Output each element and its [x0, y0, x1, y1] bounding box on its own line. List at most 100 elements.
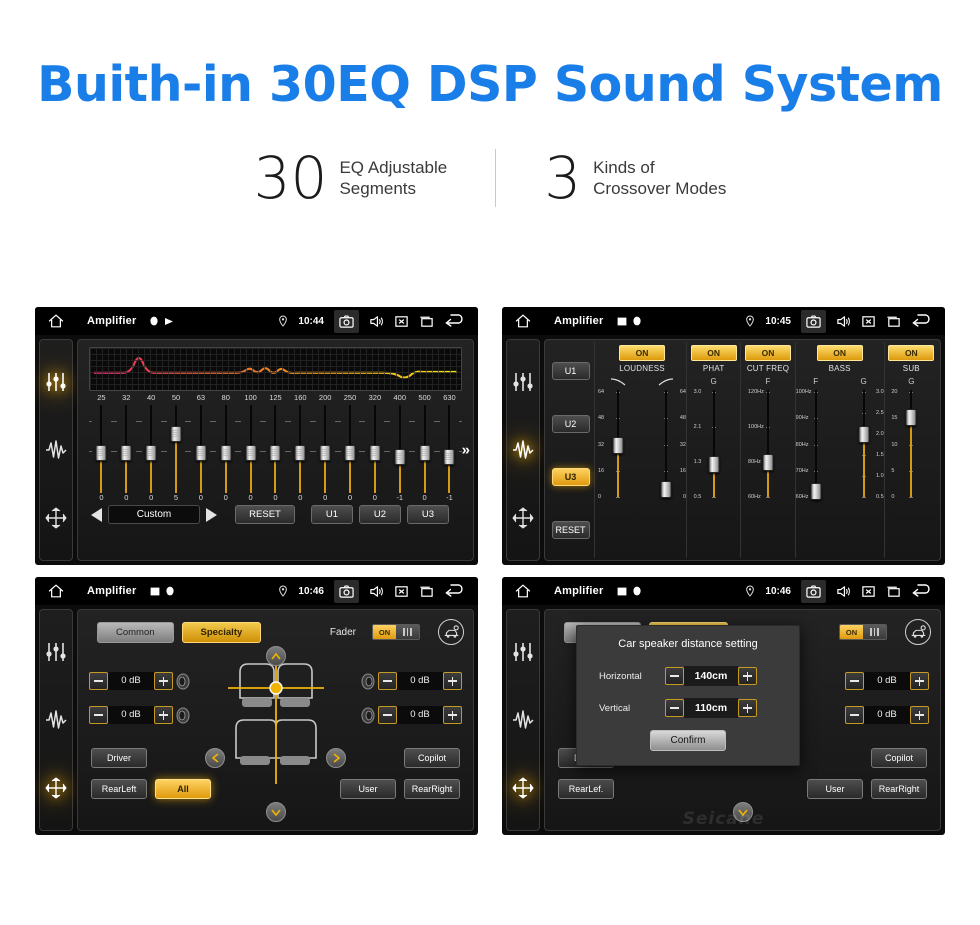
preset-u2-button[interactable]: U2	[359, 505, 401, 524]
preset-u1-button[interactable]: U1	[551, 361, 590, 380]
close-icon[interactable]	[861, 584, 876, 599]
crossover-slider[interactable]: G 3.0 2.5 2.0 1.5 1.0 0.5	[844, 377, 884, 500]
increase-button[interactable]	[910, 672, 929, 690]
seat-rear-right-button[interactable]: RearRight	[871, 779, 927, 799]
eq-slider[interactable]	[312, 405, 338, 493]
fader-position-icon[interactable]	[512, 777, 534, 799]
fader-toggle[interactable]: ON	[839, 624, 887, 640]
band-toggle[interactable]: ON	[816, 345, 863, 361]
volume-icon[interactable]	[369, 314, 384, 329]
slider-knob[interactable]	[810, 482, 822, 500]
camera-icon[interactable]	[334, 309, 359, 333]
move-left-button[interactable]	[205, 748, 225, 768]
crossover-slider[interactable]: G 20 15 10 5 0	[891, 377, 931, 500]
decrease-button[interactable]	[89, 672, 108, 690]
fader-position-icon[interactable]	[45, 507, 67, 529]
back-icon[interactable]	[444, 313, 466, 329]
home-icon[interactable]	[47, 313, 65, 329]
eq-slider[interactable]	[89, 405, 114, 493]
camera-icon[interactable]	[801, 579, 826, 603]
seat-driver-button[interactable]: Driver	[91, 748, 147, 768]
preset-u3-button[interactable]: U3	[551, 467, 590, 486]
preset-u3-button[interactable]: U3	[407, 505, 449, 524]
car-seat-diagram[interactable]	[222, 656, 330, 788]
equalizer-icon[interactable]	[512, 641, 534, 663]
close-icon[interactable]	[861, 314, 876, 329]
slider-knob[interactable]	[858, 426, 870, 443]
move-right-button[interactable]	[326, 748, 346, 768]
home-icon[interactable]	[47, 583, 65, 599]
recent-apps-icon[interactable]	[419, 584, 434, 599]
equalizer-icon[interactable]	[45, 371, 67, 393]
preset-u1-button[interactable]: U1	[311, 505, 353, 524]
slider-knob[interactable]	[220, 445, 232, 462]
eq-slider[interactable]	[263, 405, 288, 493]
eq-slider[interactable]	[138, 405, 164, 493]
increase-button[interactable]	[154, 706, 173, 724]
eq-slider[interactable]	[213, 405, 239, 493]
decrease-button[interactable]	[665, 667, 684, 685]
eq-slider[interactable]	[362, 405, 388, 493]
equalizer-icon[interactable]	[45, 641, 67, 663]
slider-knob[interactable]	[762, 454, 774, 472]
eq-slider[interactable]	[387, 405, 413, 493]
slider-knob[interactable]	[443, 449, 455, 466]
recent-apps-icon[interactable]	[419, 314, 434, 329]
fader-position-icon[interactable]	[512, 507, 534, 529]
band-toggle[interactable]: ON	[888, 345, 935, 361]
crossover-slider[interactable]: G 3.0 2.1 1.3 0.5	[694, 377, 734, 500]
car-speaker-settings-icon[interactable]	[905, 619, 931, 645]
decrease-button[interactable]	[665, 699, 684, 717]
crossover-slider[interactable]: F 100Hz 90Hz 80Hz 70Hz 60Hz	[796, 377, 836, 500]
recent-apps-icon[interactable]	[886, 314, 901, 329]
back-icon[interactable]	[911, 313, 933, 329]
waveform-icon[interactable]	[45, 709, 67, 731]
increase-button[interactable]	[443, 706, 462, 724]
slider-knob[interactable]	[369, 445, 381, 462]
fader-toggle[interactable]: ON	[372, 624, 420, 640]
slider-knob[interactable]	[419, 445, 431, 462]
seat-rear-left-button[interactable]: RearLeft	[91, 779, 147, 799]
close-icon[interactable]	[394, 584, 409, 599]
increase-button[interactable]	[738, 667, 757, 685]
seat-user-button[interactable]: User	[340, 779, 396, 799]
home-icon[interactable]	[514, 583, 532, 599]
tab-specialty[interactable]: Specialty	[181, 621, 262, 643]
band-toggle[interactable]: ON	[619, 345, 665, 361]
slider-knob[interactable]	[660, 480, 672, 498]
waveform-icon[interactable]	[512, 709, 534, 731]
eq-slider[interactable]	[163, 405, 189, 493]
seat-rear-right-button[interactable]: RearRight	[404, 779, 460, 799]
preset-prev-button[interactable]	[91, 507, 102, 522]
volume-icon[interactable]	[836, 584, 851, 599]
home-icon[interactable]	[514, 313, 532, 329]
camera-icon[interactable]	[801, 309, 826, 333]
preset-next-button[interactable]	[206, 507, 217, 522]
slider-knob[interactable]	[95, 445, 107, 462]
slider-knob[interactable]	[170, 426, 182, 443]
preset-name[interactable]: Custom	[108, 505, 200, 524]
slider-knob[interactable]	[269, 445, 281, 462]
fader-position-icon[interactable]	[45, 777, 67, 799]
camera-icon[interactable]	[334, 579, 359, 603]
waveform-icon[interactable]	[45, 439, 67, 461]
crossover-slider[interactable]: 64 48 32 16 0	[598, 377, 638, 500]
increase-button[interactable]	[738, 699, 757, 717]
car-speaker-settings-icon[interactable]	[438, 619, 464, 645]
decrease-button[interactable]	[378, 706, 397, 724]
eq-slider[interactable]	[188, 405, 214, 493]
decrease-button[interactable]	[845, 706, 864, 724]
back-icon[interactable]	[911, 583, 933, 599]
reset-button[interactable]: RESET	[551, 520, 590, 539]
slider-knob[interactable]	[120, 445, 132, 462]
seat-copilot-button[interactable]: Copilot	[404, 748, 460, 768]
close-icon[interactable]	[394, 314, 409, 329]
eq-slider[interactable]	[113, 405, 139, 493]
seat-copilot-button[interactable]: Copilot	[871, 748, 927, 768]
eq-slider[interactable]	[337, 405, 363, 493]
equalizer-icon[interactable]	[512, 371, 534, 393]
volume-icon[interactable]	[369, 584, 384, 599]
preset-u2-button[interactable]: U2	[551, 414, 590, 433]
decrease-button[interactable]	[378, 672, 397, 690]
crossover-slider[interactable]: F 120Hz 100Hz 80Hz 60Hz	[748, 377, 788, 500]
